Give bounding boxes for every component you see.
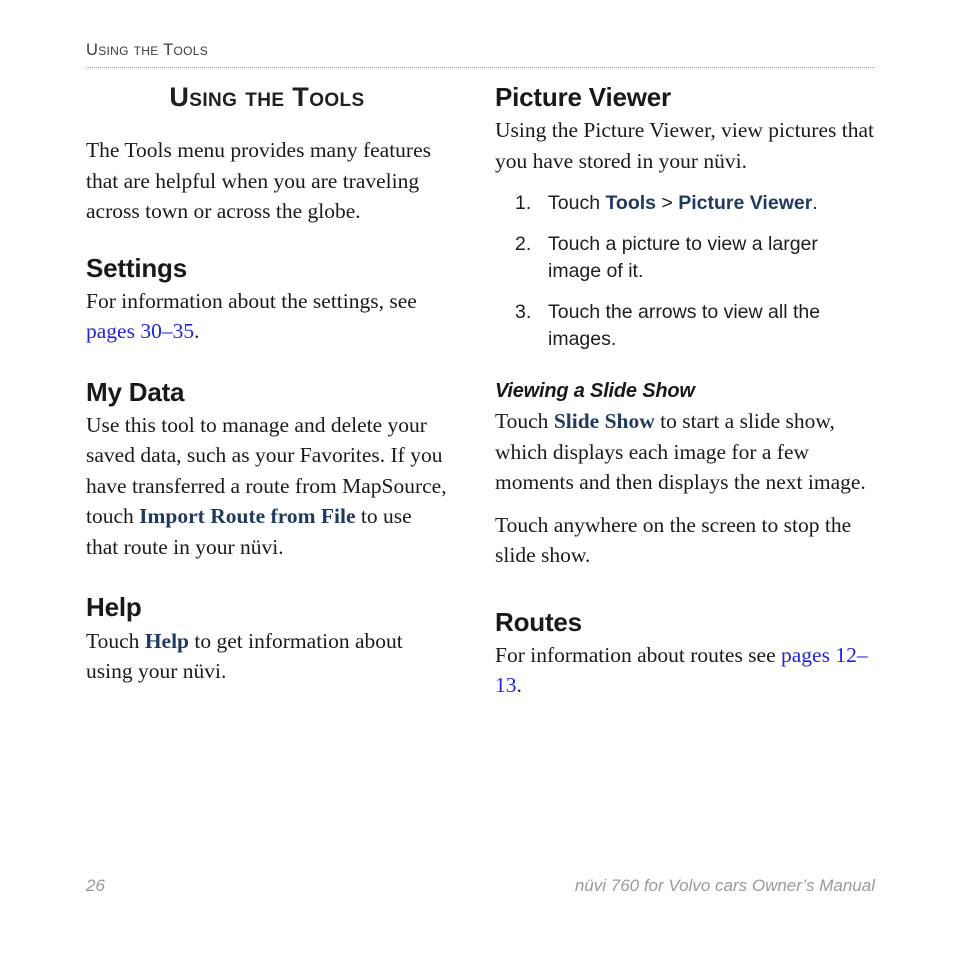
routes-text-after: . bbox=[516, 673, 522, 698]
manual-page: Using the Tools Using the Tools The Tool… bbox=[0, 0, 954, 954]
my-data-paragraph: Use this tool to manage and delete your … bbox=[86, 410, 448, 563]
step-1-text-part2: . bbox=[812, 192, 818, 215]
picture-viewer-intro: Using the Picture Viewer, view pictures … bbox=[495, 118, 874, 173]
list-item: 2. Touch a picture to view a larger image… bbox=[495, 231, 876, 285]
right-column: Picture Viewer Using the Picture Viewer,… bbox=[495, 82, 876, 701]
heading-viewing-a-slide-show: Viewing a Slide Show bbox=[495, 380, 695, 403]
slide-show-text-part1: Touch bbox=[495, 409, 554, 434]
step-3-text: Touch the arrows to view all the images. bbox=[548, 301, 821, 351]
settings-paragraph: For information about the settings, see … bbox=[86, 286, 448, 347]
slide-show-paragraph-1: Touch Slide Show to start a slide show, … bbox=[495, 406, 876, 498]
footer-page-number: 26 bbox=[86, 876, 105, 895]
picture-viewer-steps: 1. Touch Tools > Picture Viewer. 2. Touch … bbox=[495, 190, 876, 353]
link-pages-30-35[interactable]: pages 30–35 bbox=[86, 319, 194, 343]
help-paragraph: Touch Help to get information about usin… bbox=[86, 626, 448, 687]
ui-term-help: Help bbox=[144, 628, 190, 653]
step-number: 2. bbox=[515, 233, 532, 256]
list-item: 1. Touch Tools > Picture Viewer. bbox=[495, 190, 876, 217]
routes-paragraph: For information about routes see pages 1… bbox=[495, 640, 876, 701]
page-footer: 26 nüvi 760 for Volvo cars Owner’s Manua… bbox=[86, 876, 875, 900]
left-column: Using the Tools The Tools menu provides … bbox=[86, 82, 448, 687]
ui-term-slide-show: Slide Show bbox=[553, 409, 655, 434]
slide-show-paragraph-2: Touch anywhere on the screen to stop the… bbox=[495, 512, 852, 568]
step-number: 3. bbox=[515, 301, 532, 324]
step-1-separator: > bbox=[656, 192, 679, 215]
routes-text-before: For information about routes see bbox=[495, 642, 782, 667]
settings-text-before: For information about the settings, see bbox=[86, 288, 417, 313]
help-text-part1: Touch bbox=[86, 628, 145, 653]
list-item: 3. Touch the arrows to view all the image… bbox=[495, 299, 876, 353]
heading-picture-viewer: Picture Viewer bbox=[495, 82, 671, 112]
step-1-text-part1: Touch bbox=[548, 192, 606, 215]
ui-term-picture-viewer: Picture Viewer bbox=[678, 192, 813, 215]
heading-help: Help bbox=[86, 592, 142, 623]
step-number: 1. bbox=[515, 192, 532, 215]
heading-routes: Routes bbox=[495, 606, 582, 637]
heading-settings: Settings bbox=[86, 252, 187, 283]
settings-text-after: . bbox=[194, 319, 200, 344]
ui-term-import-route-from-file: Import Route from File bbox=[139, 504, 356, 529]
running-header-text: Using the Tools bbox=[86, 41, 209, 59]
ui-term-tools: Tools bbox=[605, 192, 657, 215]
footer-manual-title: nüvi 760 for Volvo cars Owner’s Manual bbox=[574, 876, 875, 895]
page-title: Using the Tools bbox=[169, 82, 365, 112]
step-2-text: Touch a picture to view a larger image o… bbox=[548, 233, 818, 283]
header-divider-rule bbox=[86, 67, 875, 69]
running-header: Using the Tools bbox=[86, 41, 876, 59]
intro-paragraph: The Tools menu provides many features th… bbox=[86, 138, 431, 224]
heading-my-data: My Data bbox=[86, 376, 185, 407]
